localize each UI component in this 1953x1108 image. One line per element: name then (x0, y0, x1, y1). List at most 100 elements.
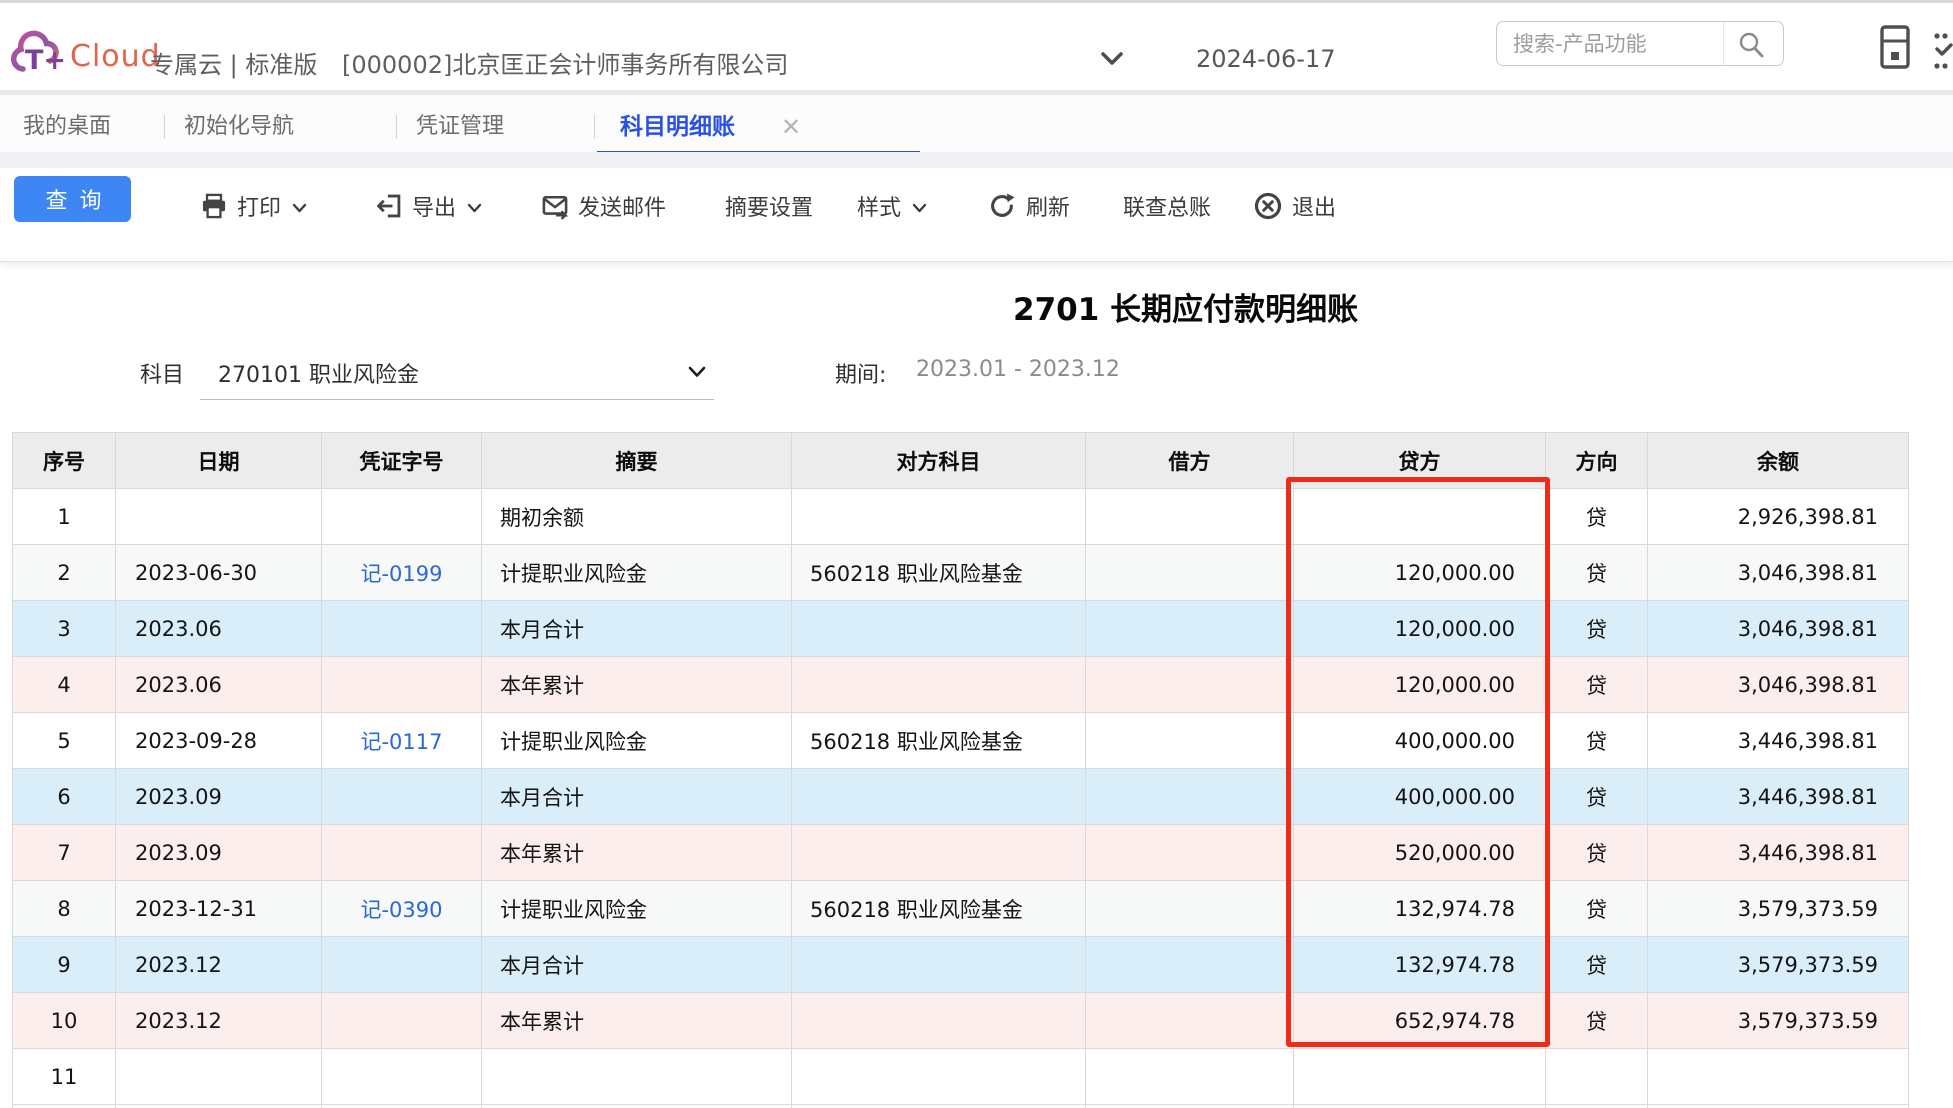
tab-active-label[interactable]: 科目明细账 (620, 109, 735, 145)
tab-close-icon[interactable]: ✕ (781, 109, 801, 145)
exit-button[interactable]: 退出 (1253, 174, 1336, 238)
cell-voucher[interactable]: 记-0390 (322, 881, 482, 937)
tab-my-desktop[interactable]: 我的桌面 (23, 109, 111, 145)
ledger-table-body: 1期初余额贷2,926,398.8122023-06-30记-0199计提职业风… (13, 489, 1909, 1108)
cell-debit (1086, 993, 1294, 1049)
cell-debit (1086, 489, 1294, 545)
table-row: 32023.06本月合计120,000.00贷3,046,398.81 (13, 601, 1909, 657)
cell-summary: 计提职业风险金 (482, 545, 792, 601)
cell-opposite (792, 489, 1086, 545)
cell-seq: 4 (13, 657, 116, 713)
cell-summary: 本年累计 (482, 657, 792, 713)
cell-direction (1546, 1049, 1648, 1105)
voucher-link[interactable]: 记-0117 (360, 730, 442, 754)
cell-balance: 3,046,398.81 (1648, 601, 1909, 657)
cell-summary (482, 1105, 792, 1108)
cell-date (116, 1105, 322, 1108)
cell-seq: 3 (13, 601, 116, 657)
cell-balance: 3,046,398.81 (1648, 545, 1909, 601)
refresh-button[interactable]: 刷新 (987, 174, 1070, 238)
col-header-date: 日期 (116, 433, 322, 489)
cell-direction (1546, 1105, 1648, 1108)
tab-init-nav[interactable]: 初始化导航 (184, 109, 294, 145)
col-header-credit: 贷方 (1294, 433, 1546, 489)
tab-voucher-mgmt[interactable]: 凭证管理 (416, 109, 504, 145)
cell-debit (1086, 1049, 1294, 1105)
cell-debit (1086, 657, 1294, 713)
company-name[interactable]: [000002]北京匡正会计师事务所有限公司 (342, 45, 788, 80)
cell-opposite: 560218 职业风险基金 (792, 713, 1086, 769)
cell-voucher (322, 769, 482, 825)
cell-date: 2023.12 (116, 993, 322, 1049)
cell-credit (1294, 489, 1546, 545)
cell-direction: 贷 (1546, 825, 1648, 881)
chevron-down-icon (467, 203, 482, 213)
cell-credit: 132,974.78 (1294, 881, 1546, 937)
print-button[interactable]: 打印 (200, 174, 307, 238)
cell-balance: 2,926,398.81 (1648, 489, 1909, 545)
svg-text:T+: T+ (25, 45, 66, 76)
col-header-summary: 摘要 (482, 433, 792, 489)
product-search-box[interactable] (1496, 21, 1784, 66)
cell-debit (1086, 713, 1294, 769)
cell-credit: 400,000.00 (1294, 713, 1546, 769)
company-chevron-down-icon[interactable] (1100, 51, 1124, 66)
period-filter-label: 期间: (835, 357, 886, 389)
cell-balance: 3,579,373.59 (1648, 993, 1909, 1049)
cell-debit (1086, 825, 1294, 881)
voucher-link[interactable]: 记-0390 (360, 898, 442, 922)
table-row: 102023.12本年累计652,974.78贷3,579,373.59 (13, 993, 1909, 1049)
cell-credit: 120,000.00 (1294, 657, 1546, 713)
cell-credit: 400,000.00 (1294, 769, 1546, 825)
cell-balance: 3,446,398.81 (1648, 825, 1909, 881)
calculator-icon[interactable] (1878, 24, 1912, 70)
tab-separator (164, 115, 165, 139)
style-button[interactable]: 样式 (857, 174, 927, 238)
exit-circle-x-icon (1253, 191, 1283, 221)
cell-seq: 7 (13, 825, 116, 881)
cell-summary: 本月合计 (482, 937, 792, 993)
cell-seq: 9 (13, 937, 116, 993)
cell-opposite (792, 1049, 1086, 1105)
summary-settings-button[interactable]: 摘要设置 (725, 174, 813, 238)
cell-voucher[interactable]: 记-0117 (322, 713, 482, 769)
print-label: 打印 (237, 190, 281, 222)
send-mail-label: 发送邮件 (578, 190, 666, 222)
cell-summary: 本年累计 (482, 993, 792, 1049)
cell-credit: 132,974.78 (1294, 937, 1546, 993)
linked-general-ledger-label: 联查总账 (1123, 190, 1211, 222)
subject-chevron-down-icon[interactable] (688, 366, 706, 378)
cell-seq: 2 (13, 545, 116, 601)
cell-voucher[interactable]: 记-0199 (322, 545, 482, 601)
subject-select-value: 270101 职业风险金 (218, 357, 419, 389)
cell-opposite (792, 601, 1086, 657)
table-row: 1期初余额贷2,926,398.81 (13, 489, 1909, 545)
cell-credit: 652,974.78 (1294, 993, 1546, 1049)
cell-date (116, 1049, 322, 1105)
subject-select[interactable]: 270101 职业风险金 (200, 344, 714, 400)
search-icon[interactable] (1736, 30, 1766, 60)
cell-summary: 本月合计 (482, 601, 792, 657)
search-input[interactable] (1497, 22, 1719, 65)
tab-subject-ledger-active[interactable]: 科目明细账 ✕ (597, 95, 920, 152)
col-header-balance: 余额 (1648, 433, 1909, 489)
voucher-link[interactable]: 记-0199 (360, 562, 442, 586)
cell-date: 2023-12-31 (116, 881, 322, 937)
cell-direction: 贷 (1546, 601, 1648, 657)
report-title: 2701 长期应付款明细账 (1013, 284, 1358, 329)
task-checklist-icon[interactable] (1933, 30, 1953, 72)
subject-filter-label: 科目 (140, 357, 184, 389)
toolbar: 查询 打印 导出 (0, 168, 1953, 262)
cell-debit (1086, 769, 1294, 825)
refresh-icon (987, 191, 1017, 221)
col-header-seq: 序号 (13, 433, 116, 489)
cell-balance (1648, 1105, 1909, 1108)
current-date: 2024-06-17 (1196, 45, 1335, 73)
cell-seq: 5 (13, 713, 116, 769)
send-mail-button[interactable]: 发送邮件 (541, 174, 666, 238)
linked-general-ledger-button[interactable]: 联查总账 (1123, 174, 1211, 238)
cell-date: 2023-09-28 (116, 713, 322, 769)
query-button[interactable]: 查询 (14, 176, 131, 222)
col-header-opposite: 对方科目 (792, 433, 1086, 489)
export-button[interactable]: 导出 (375, 174, 482, 238)
